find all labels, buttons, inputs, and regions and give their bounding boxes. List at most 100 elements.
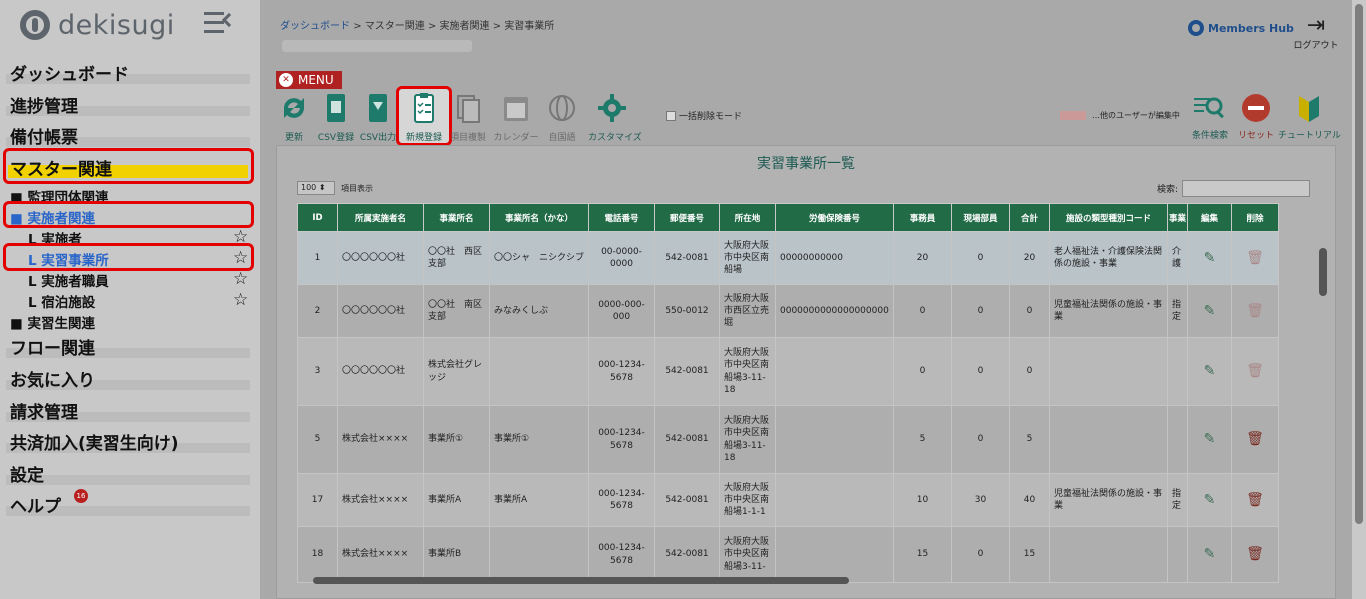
column-header[interactable]: 事業所名（かな） (489, 203, 589, 232)
table-row[interactable]: 1 〇〇〇〇〇〇社 〇〇社 西区支部 〇〇シャ ニシクシブ 00-0000-00… (297, 231, 1279, 285)
breadcrumb-separator: > (353, 21, 362, 32)
sidebar-sub-item-staff[interactable]: L 実施者職員 (28, 270, 109, 290)
edit-icon[interactable]: ✎ (1187, 284, 1232, 338)
sidebar-item-billing[interactable]: 請求管理 (0, 396, 250, 423)
trash-icon[interactable]: 🗑 (1231, 473, 1279, 527)
csv-import-button[interactable]: CSV登録 (312, 92, 360, 143)
page-size-value: 100 (301, 183, 317, 192)
edit-icon[interactable]: ✎ (1187, 231, 1232, 285)
sidebar-item-settings[interactable]: 設定 (0, 459, 250, 486)
csv-import-icon (327, 94, 345, 122)
edit-icon[interactable]: ✎ (1187, 405, 1232, 474)
cell-business: 介護 (1167, 231, 1188, 285)
cell-kana (489, 526, 589, 583)
clipboard-icon (414, 93, 434, 123)
page-size-select[interactable]: 100 ⬍ (297, 181, 335, 195)
new-registration-button[interactable]: 新規登録 (400, 92, 448, 143)
data-table: ID 所属実施者名 事業所名 事業所名（かな） 電話番号 郵便番号 所在地 労働… (297, 203, 1279, 583)
condition-search-button[interactable]: 条件検索 (1190, 92, 1230, 141)
table-vertical-scrollbar[interactable] (1317, 234, 1327, 574)
reset-button[interactable]: リセット (1238, 92, 1274, 141)
column-header[interactable]: 事業所名 (423, 203, 490, 232)
column-header[interactable]: 郵便番号 (654, 203, 720, 232)
scrollbar-thumb[interactable] (1355, 4, 1363, 524)
cell-field: 0 (951, 526, 1010, 583)
cell-kana: みなみくしぶ (489, 284, 589, 338)
cell-address: 大阪府大阪市中央区南船場3-11-18 (719, 337, 776, 406)
scrollbar-thumb[interactable] (1319, 248, 1327, 296)
customize-button[interactable]: カスタマイズ (588, 92, 642, 143)
breadcrumb-master[interactable]: マスター関連 (365, 21, 425, 32)
app-root: dekisugi ダッシュボード 進捗管理 備付帳票 マスター関連 ■ 監理団体… (0, 0, 1366, 599)
calendar-button[interactable]: カレンダー (492, 92, 540, 143)
trash-icon[interactable]: 🗑 (1231, 526, 1279, 583)
cell-company: 株式会社×××× (337, 473, 424, 527)
cell-field: 0 (951, 405, 1010, 474)
bulk-delete-label: 一括削除モード (679, 112, 743, 122)
csv-export-button[interactable]: CSV出力 (354, 92, 402, 143)
column-header[interactable]: 事務員 (893, 203, 952, 232)
bulk-delete-checkbox[interactable] (666, 110, 676, 121)
sidebar-item-dashboard[interactable]: ダッシュボード (0, 58, 250, 85)
column-header[interactable]: 電話番号 (588, 203, 655, 232)
edit-icon[interactable]: ✎ (1187, 526, 1232, 583)
logo[interactable]: dekisugi (20, 8, 175, 42)
table-row[interactable]: 3 〇〇〇〇〇〇社 株式会社グレッジ 000-1234-5678 542-008… (297, 337, 1279, 406)
column-header[interactable]: 労働保険番号 (775, 203, 894, 232)
sidebar-item-progress[interactable]: 進捗管理 (0, 90, 250, 117)
trash-icon[interactable]: 🗑 (1231, 231, 1279, 285)
column-header[interactable]: 事業 (1167, 203, 1188, 232)
sidebar-item-insurance[interactable]: 共済加入(実習生向け) (0, 427, 250, 454)
table-row[interactable]: 5 株式会社×××× 事業所① 事業所① 000-1234-5678 542-0… (297, 405, 1279, 474)
cell-facility: 老人福祉法・介護保険法関係の施設・事業 (1049, 231, 1168, 285)
collapse-menu-icon[interactable] (204, 12, 237, 34)
column-header[interactable]: 所属実施者名 (337, 203, 424, 232)
cell-clerks: 5 (893, 405, 952, 474)
star-icon[interactable]: ☆ (233, 292, 248, 309)
editing-legend: …他のユーザーが編集中 (1060, 110, 1180, 121)
bulk-delete-toggle[interactable]: 一括削除モード (666, 109, 742, 122)
cell-phone: 00-0000-0000 (588, 231, 655, 285)
toolbar-label: 更新 (284, 133, 303, 143)
search-input[interactable] (1182, 180, 1311, 197)
sidebar-item-forms[interactable]: 備付帳票 (0, 121, 250, 148)
duplicate-button[interactable]: 項目複製 (444, 92, 492, 143)
toolbar-label: チュートリアル (1278, 131, 1341, 141)
page-scrollbar[interactable] (1352, 0, 1366, 599)
cell-company: 〇〇〇〇〇〇社 (337, 284, 424, 338)
sidebar-sub-trainee[interactable]: ■ 実習生関連 (10, 312, 95, 332)
members-hub-link[interactable]: Members Hub (1188, 20, 1294, 36)
table-row[interactable]: 18 株式会社×××× 事業所B 000-1234-5678 542-0081 … (297, 526, 1279, 583)
trash-icon[interactable]: 🗑 (1231, 337, 1279, 406)
column-header[interactable]: 施設の類型種別コード (1049, 203, 1168, 232)
column-header[interactable]: ID (297, 203, 338, 232)
sidebar: dekisugi ダッシュボード 進捗管理 備付帳票 マスター関連 ■ 監理団体… (0, 0, 260, 599)
refresh-button[interactable]: 更新 (270, 92, 318, 143)
sidebar-item-help[interactable]: ヘルプ (0, 490, 250, 517)
trash-icon[interactable]: 🗑 (1231, 405, 1279, 474)
sidebar-item-flow[interactable]: フロー関連 (0, 332, 250, 359)
blurred-subtitle (282, 40, 472, 52)
column-header[interactable]: 合計 (1009, 203, 1050, 232)
column-header[interactable]: 現場部員 (951, 203, 1010, 232)
edit-icon[interactable]: ✎ (1187, 337, 1232, 406)
breadcrumb-implementer[interactable]: 実施者関連 (440, 21, 490, 32)
star-icon[interactable]: ☆ (233, 271, 248, 288)
trash-icon[interactable]: 🗑 (1231, 284, 1279, 338)
sidebar-item-label: 進捗管理 (10, 97, 78, 117)
sidebar-item-favorites[interactable]: お気に入り (0, 364, 250, 391)
scrollbar-thumb[interactable] (313, 577, 849, 584)
table-row[interactable]: 2 〇〇〇〇〇〇社 〇〇社 南区支部 みなみくしぶ 0000-000-000 5… (297, 284, 1279, 338)
edit-icon[interactable]: ✎ (1187, 473, 1232, 527)
cell-field: 0 (951, 231, 1010, 285)
sidebar-sub-item-lodging[interactable]: L 宿泊施設 (28, 291, 95, 311)
cell-office: 〇〇社 南区支部 (423, 284, 490, 338)
table-row[interactable]: 17 株式会社×××× 事業所A 事業所A 000-1234-5678 542-… (297, 473, 1279, 527)
table-horizontal-scrollbar[interactable] (299, 576, 1299, 586)
column-header[interactable]: 所在地 (719, 203, 776, 232)
logout-button[interactable]: ⇥ ログアウト (1290, 14, 1342, 52)
tutorial-button[interactable]: チュートリアル (1278, 92, 1341, 141)
menu-toggle-button[interactable]: MENU (276, 71, 342, 89)
breadcrumb-dashboard[interactable]: ダッシュボード (280, 21, 350, 32)
native-language-button[interactable]: 自国語 (538, 92, 586, 143)
